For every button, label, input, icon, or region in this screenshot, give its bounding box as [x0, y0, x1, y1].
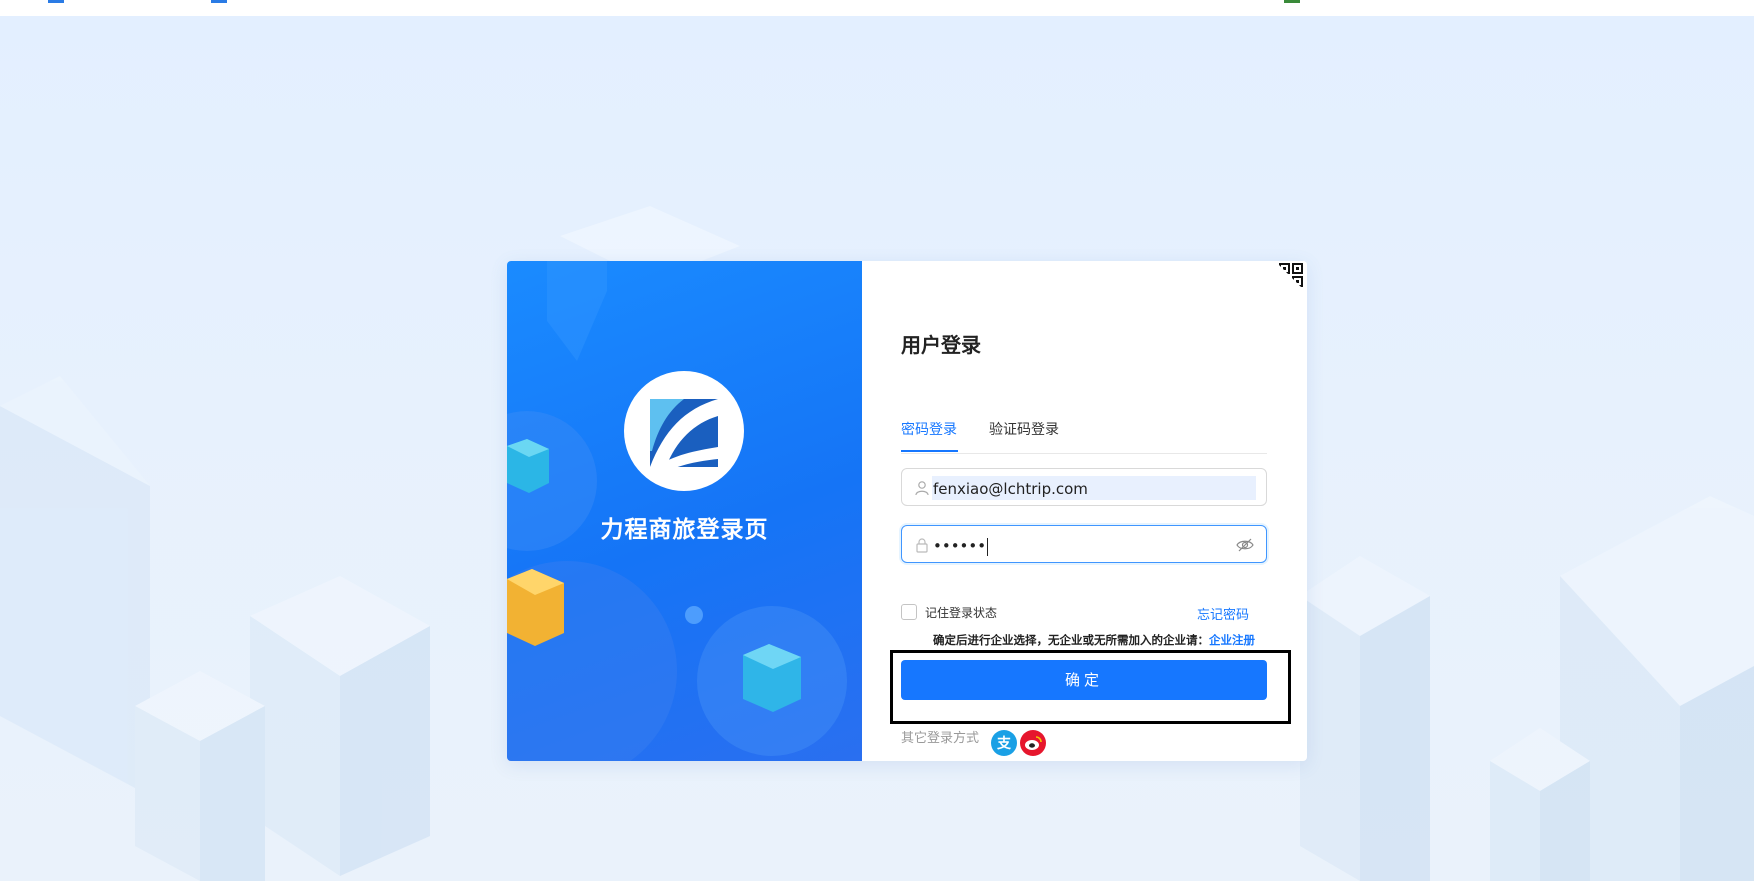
password-value: ••••••: [933, 537, 989, 556]
notice-text: 确定后进行企业选择，无企业或无所需加入的企业请：: [933, 633, 1209, 647]
alipay-icon[interactable]: 支: [991, 730, 1017, 756]
top-bar: [0, 0, 1754, 16]
top-bar-mark: [211, 0, 227, 3]
enterprise-notice: 确定后进行企业选择，无企业或无所需加入的企业请：企业注册: [933, 632, 1255, 648]
tab-active-indicator: [901, 450, 958, 452]
top-bar-mark: [48, 0, 64, 3]
brand-logo: [624, 371, 744, 491]
remember-me[interactable]: 记住登录状态: [901, 603, 997, 621]
user-icon: [914, 480, 930, 496]
lock-icon: [914, 537, 930, 553]
enterprise-register-link[interactable]: 企业注册: [1209, 633, 1255, 647]
password-field[interactable]: ••••••: [901, 525, 1267, 563]
remember-checkbox[interactable]: [901, 604, 917, 620]
tab-code-login[interactable]: 验证码登录: [989, 419, 1059, 439]
login-tabs: 密码登录 验证码登录: [901, 419, 1267, 454]
text-caret: [987, 537, 989, 556]
weibo-icon[interactable]: [1020, 730, 1046, 756]
login-title: 用户登录: [901, 333, 981, 357]
username-value: fenxiao@lchtrip.com: [933, 480, 1088, 498]
other-login-label: 其它登录方式: [901, 731, 980, 746]
remember-label: 记住登录状态: [925, 605, 998, 620]
qr-code-icon[interactable]: [1275, 261, 1307, 293]
top-bar-mark: [1284, 0, 1300, 3]
brand-title: 力程商旅登录页: [600, 517, 769, 543]
brand-panel: 力程商旅登录页: [507, 261, 862, 761]
svg-text:支: 支: [996, 735, 1012, 752]
login-card: 力程商旅登录页 用户登录 密码登录 验证码登录 fenxiao@lchtrip.…: [507, 261, 1307, 761]
eye-hidden-icon[interactable]: [1236, 537, 1254, 553]
submit-button[interactable]: 确定: [901, 660, 1267, 700]
username-field[interactable]: fenxiao@lchtrip.com: [901, 468, 1267, 506]
tab-password-login[interactable]: 密码登录: [901, 419, 957, 439]
forgot-password-link[interactable]: 忘记密码: [1197, 604, 1249, 623]
